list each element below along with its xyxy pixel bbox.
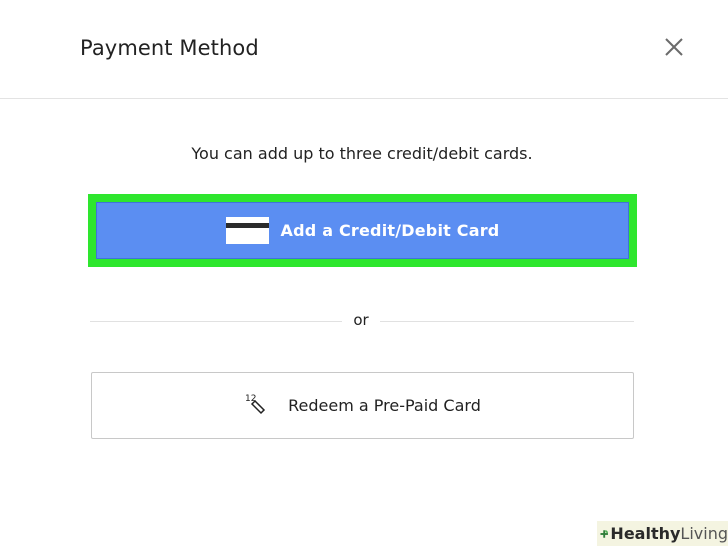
or-text: or — [353, 311, 369, 329]
dialog-title: Payment Method — [80, 36, 259, 60]
card-stripe — [225, 223, 269, 228]
ticket-icon-numbers: 12 — [245, 394, 256, 404]
plus-leaf-icon — [600, 529, 608, 538]
credit-card-icon — [225, 217, 269, 244]
close-button[interactable] — [660, 33, 688, 61]
add-card-label: Add a Credit/Debit Card — [280, 221, 500, 240]
close-icon — [665, 38, 683, 56]
divider-line-left — [90, 321, 342, 322]
watermark-brand-light: Living — [680, 524, 728, 543]
divider-line-right — [380, 321, 634, 322]
info-message: You can add up to three credit/debit car… — [191, 144, 533, 163]
ticket-icon: 12 — [245, 394, 266, 414]
or-divider: or — [90, 311, 634, 331]
healthy-living-watermark: HealthyLiving — [597, 521, 728, 546]
watermark-text: HealthyLiving — [610, 524, 728, 543]
payment-method-dialog: Payment Method You can add up to three c… — [0, 0, 728, 546]
redeem-prepaid-card-button[interactable]: 12 Redeem a Pre-Paid Card — [91, 372, 634, 439]
add-credit-debit-card-button[interactable]: Add a Credit/Debit Card — [96, 202, 629, 259]
watermark-brand-bold: Healthy — [610, 524, 681, 543]
dialog-header: Payment Method — [0, 0, 728, 99]
redeem-label: Redeem a Pre-Paid Card — [288, 396, 481, 415]
